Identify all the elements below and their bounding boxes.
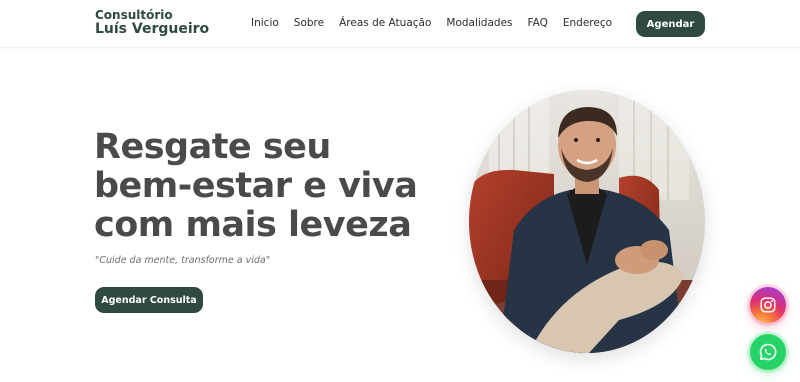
hero-title: Resgate seu bem-estar e viva com mais le… [94,128,454,245]
instagram-button[interactable] [750,287,786,323]
site-logo[interactable]: Consultório Luís Vergueiro [95,9,209,36]
hero-title-line: Resgate seu [94,127,331,167]
hero-title-line: com mais leveza [94,205,412,245]
instagram-icon [760,297,776,313]
logo-line-2: Luís Vergueiro [95,20,210,37]
agendar-consulta-button[interactable]: Agendar Consulta [95,287,203,313]
site-header: Consultório Luís Vergueiro Inicio Sobre … [0,0,800,48]
hero-tagline: "Cuide da mente, transforme a vida" [95,255,271,266]
whatsapp-icon [759,343,777,361]
logo-line-1: Consultório [95,8,173,22]
nav-item-areas-de-atuacao[interactable]: Áreas de Atuação [339,17,431,29]
hero-title-line: bem-estar e viva [94,166,418,206]
agendar-button[interactable]: Agendar [636,11,705,37]
nav-item-inicio[interactable]: Inicio [251,17,279,29]
nav-item-endereco[interactable]: Endereço [563,17,612,29]
whatsapp-button[interactable] [750,334,786,370]
portrait-photo [469,90,705,353]
nav-item-sobre[interactable]: Sobre [294,17,324,29]
main-nav: Inicio Sobre Áreas de Atuação Modalidade… [251,17,612,29]
nav-item-faq[interactable]: FAQ [528,17,548,29]
portrait-illustration [469,90,705,353]
nav-item-modalidades[interactable]: Modalidades [446,17,512,29]
